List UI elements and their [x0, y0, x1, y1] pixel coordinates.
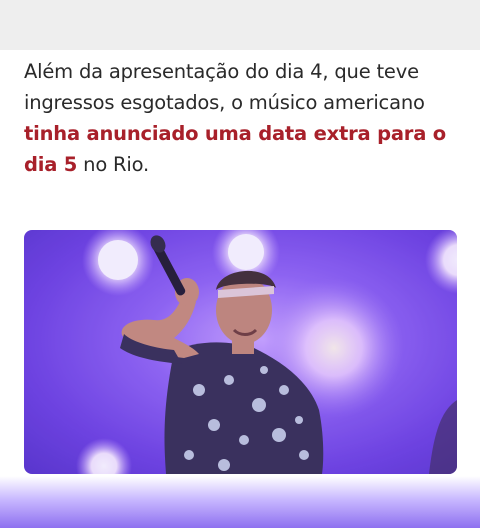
paragraph-text: no Rio. — [77, 153, 150, 176]
concert-photo-illustration — [24, 230, 457, 474]
highlight-link[interactable]: dia 5 — [24, 153, 77, 176]
article-paragraph: Além da apresentação do dia 4, que teve … — [24, 56, 460, 180]
paragraph-line: ingressos esgotados, o músico americano — [24, 91, 425, 114]
concert-photo[interactable] — [24, 230, 457, 474]
bottom-gradient — [0, 476, 480, 528]
highlight-link[interactable]: tinha anunciado uma data extra para o — [24, 118, 460, 149]
paragraph-line: Além da apresentação do dia 4, que teve — [24, 60, 419, 83]
paragraph-line: dia 5 no Rio. — [24, 149, 460, 180]
top-bar — [0, 0, 480, 50]
